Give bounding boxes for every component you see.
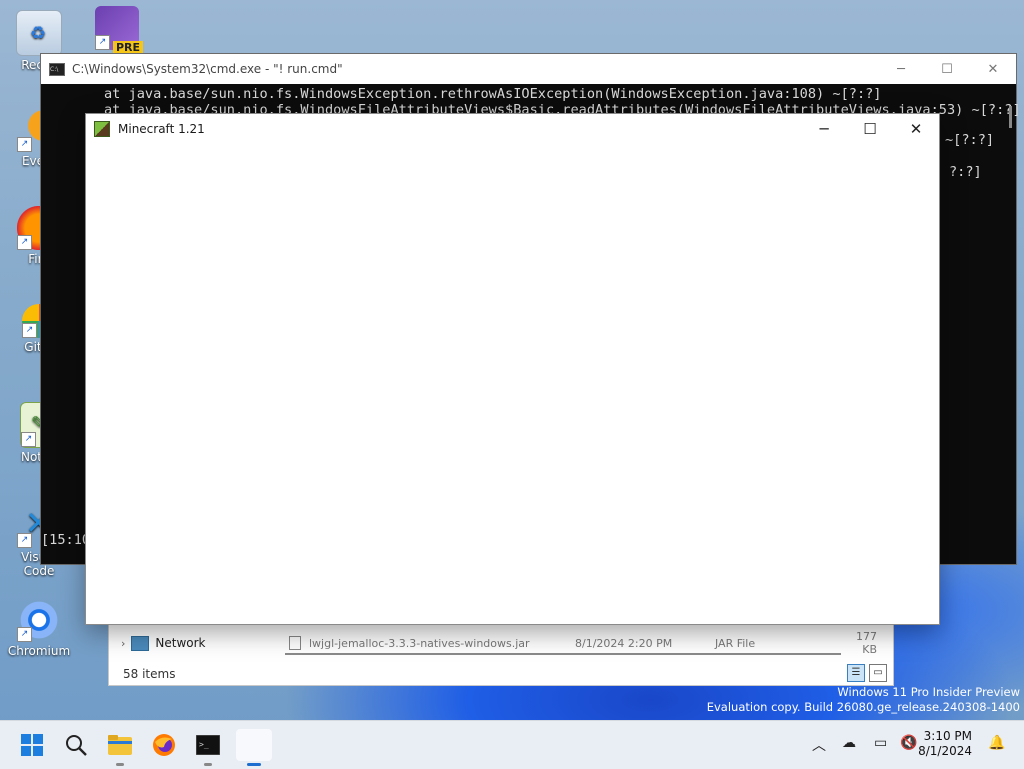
cmd-titlebar[interactable]: C:\ C:\Windows\System32\cmd.exe - "! run… xyxy=(41,54,1016,84)
file-list-row[interactable]: lwjgl-jemalloc-3.3.3-natives-windows.jar… xyxy=(269,630,877,656)
shortcut-arrow-icon: ↗ xyxy=(22,323,37,338)
cmd-app-icon: C:\ xyxy=(49,62,65,76)
shortcut-arrow-icon: ↗ xyxy=(21,432,36,447)
maximize-button[interactable]: ☐ xyxy=(847,114,893,144)
notifications-bell-icon[interactable]: 🔔 xyxy=(988,735,1005,751)
show-hidden-icons-button[interactable]: ︿ xyxy=(812,735,826,755)
clock-time: 3:10 PM xyxy=(923,729,972,743)
desktop-icon-label-line2: Code xyxy=(23,564,55,578)
minecraft-game-canvas[interactable] xyxy=(86,144,939,624)
folder-icon xyxy=(108,735,132,755)
status-item-count: 58 items xyxy=(123,667,176,681)
file-name: lwjgl-jemalloc-3.3.3-natives-windows.jar xyxy=(309,636,530,650)
running-indicator xyxy=(116,763,124,766)
minimize-button[interactable]: ─ xyxy=(801,114,847,144)
shortcut-arrow-icon: ↗ xyxy=(17,627,32,642)
cmd-window-title: C:\Windows\System32\cmd.exe - "! run.cmd… xyxy=(72,62,343,76)
desktop-icon-label: Chromium xyxy=(7,644,71,658)
svg-text:>_: >_ xyxy=(199,740,209,749)
running-indicator xyxy=(204,763,212,766)
active-indicator xyxy=(247,763,261,766)
search-button[interactable] xyxy=(60,729,92,761)
volume-icon[interactable]: 🔇 xyxy=(900,735,917,751)
desktop-icon-vs-preview[interactable]: ↗ PRE xyxy=(82,6,152,54)
nav-item-label: Network xyxy=(155,636,206,650)
clock-date: 8/1/2024 xyxy=(918,744,972,758)
shortcut-arrow-icon: ↗ xyxy=(17,137,32,152)
maximize-button[interactable]: ☐ xyxy=(924,54,970,84)
desktop-icon-chromium[interactable]: ↗ Chromium xyxy=(4,598,74,658)
onedrive-icon[interactable]: ☁ xyxy=(842,735,856,751)
taskbar-terminal[interactable]: >_ xyxy=(192,729,224,766)
minimize-button[interactable]: ─ xyxy=(878,54,924,84)
shortcut-arrow-icon: ↗ xyxy=(17,235,32,250)
chevron-right-icon[interactable]: › xyxy=(121,637,125,650)
start-button[interactable] xyxy=(16,729,48,761)
close-button[interactable]: ✕ xyxy=(970,54,1016,84)
terminal-icon: >_ xyxy=(196,735,220,755)
evaluation-watermark: Windows 11 Pro Insider Preview Evaluatio… xyxy=(707,685,1020,715)
file-size: 177 KB xyxy=(856,630,877,656)
console-fragment-2: ?:?] xyxy=(949,164,982,180)
watermark-line-2: Evaluation copy. Build 26080.ge_release.… xyxy=(706,700,1020,714)
recycle-bin-icon: ♻ xyxy=(16,10,62,56)
watermark-line-1: Windows 11 Pro Insider Preview xyxy=(837,685,1020,699)
taskbar: >_ ︿ ☁ ▭ 🔇 3:10 PM 8/1/2024 🔔 xyxy=(0,720,1024,769)
console-scrollbar-thumb[interactable] xyxy=(1009,106,1012,128)
details-view-button[interactable]: ☰ xyxy=(847,664,865,682)
taskbar-minecraft[interactable] xyxy=(236,729,272,766)
minecraft-window[interactable]: Minecraft 1.21 ─ ☐ ✕ xyxy=(85,113,940,625)
taskbar-clock[interactable]: 3:10 PM 8/1/2024 xyxy=(918,729,972,759)
console-line-1: at java.base/sun.nio.fs.WindowsException… xyxy=(104,86,882,102)
close-button[interactable]: ✕ xyxy=(893,114,939,144)
windows-logo-icon xyxy=(21,734,43,756)
shortcut-arrow-icon: ↗ xyxy=(95,35,110,50)
large-icons-view-button[interactable]: ▭ xyxy=(869,664,887,682)
network-status-icon[interactable]: ▭ xyxy=(874,735,887,751)
firefox-icon xyxy=(153,734,175,756)
console-fragment-1: ~[?:?] xyxy=(945,132,995,148)
visual-studio-icon: ↗ PRE xyxy=(95,6,143,54)
minecraft-titlebar[interactable]: Minecraft 1.21 ─ ☐ ✕ xyxy=(86,114,939,144)
minecraft-grass-block-icon xyxy=(94,121,110,137)
file-icon xyxy=(289,636,301,650)
file-date: 8/1/2024 2:20 PM xyxy=(575,636,673,650)
chromium-icon: ↗ xyxy=(17,598,61,642)
minecraft-window-title: Minecraft 1.21 xyxy=(118,122,205,136)
console-fragment-3: [15:10 xyxy=(41,532,91,548)
shortcut-arrow-icon: ↗ xyxy=(17,533,32,548)
network-icon xyxy=(131,635,150,651)
taskbar-file-explorer[interactable] xyxy=(104,729,136,766)
nav-item-network[interactable]: › Network xyxy=(109,629,249,657)
file-type: JAR File xyxy=(715,636,756,650)
search-icon xyxy=(66,735,87,756)
taskbar-firefox[interactable] xyxy=(148,729,180,761)
horizontal-scrollbar[interactable] xyxy=(285,653,841,655)
